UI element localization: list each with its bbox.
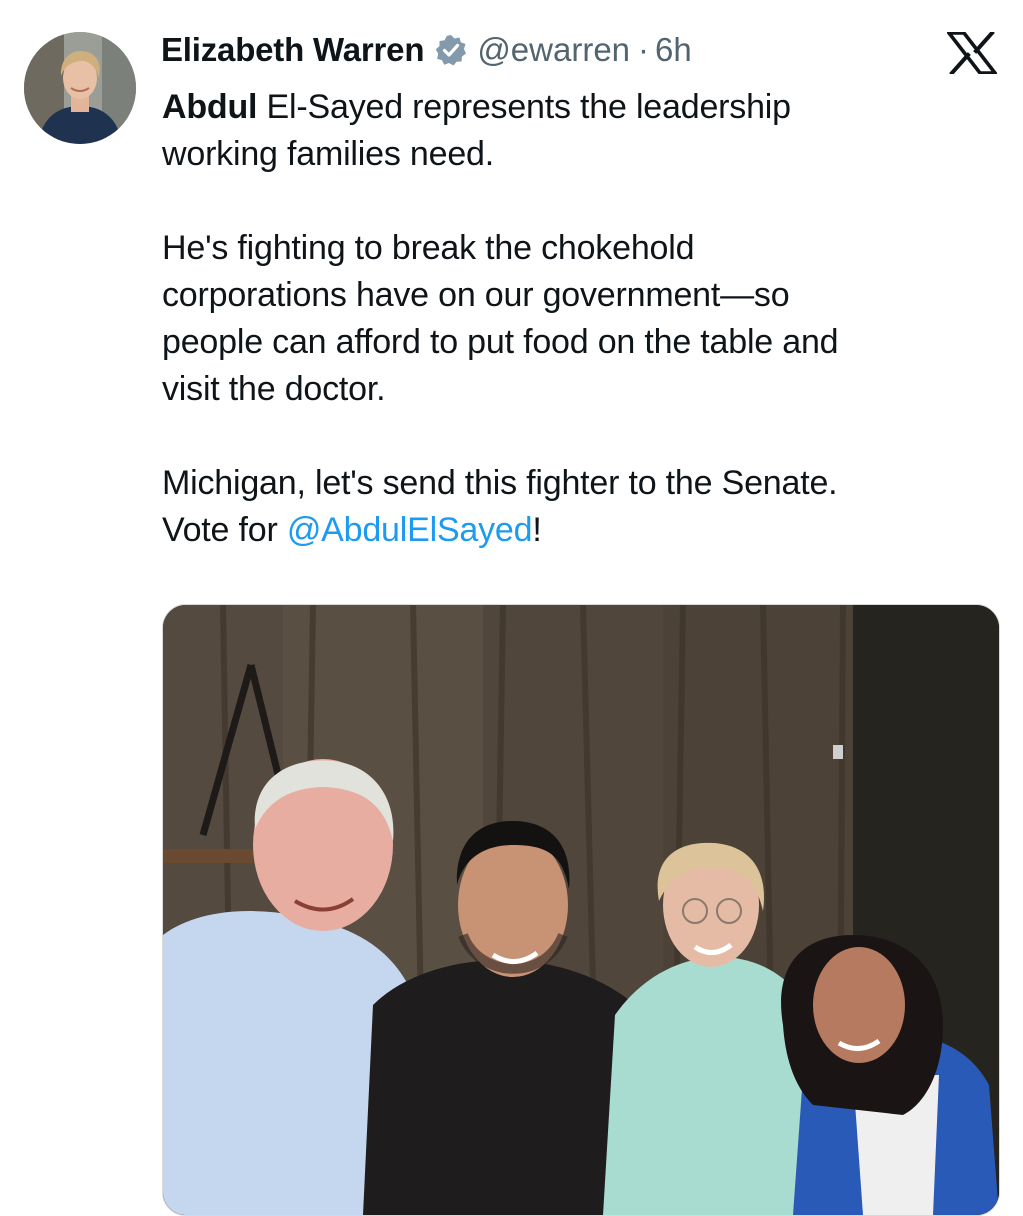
tweet-line: visit the doctor. [162,370,386,408]
tweet-line: corporations have on our government—so [162,276,790,314]
tweet-text: Abdul El-Sayed represents the leadership… [162,84,1002,554]
tweet-line: Abdul El-Sayed represents the leadership [162,84,1002,131]
tweet-line: people can afford to put food on the tab… [162,323,839,361]
x-logo-icon [945,30,999,76]
mention-link[interactable]: @AbdulElSayed [287,511,533,549]
author-name[interactable]: Elizabeth Warren [161,31,425,69]
tweet-time[interactable]: 6h [655,31,692,69]
author-avatar[interactable] [24,32,136,144]
tweet-line: working families need. [162,135,494,173]
tweet-line: Vote for @AbdulElSayed! [162,507,1002,554]
text-segment: El-Sayed represents the leadership [257,88,791,126]
text-segment: Vote for [162,511,287,549]
tweet-line: Michigan, let's send this fighter to the… [162,464,838,502]
tweet-header: Elizabeth Warren @ewarren · 6h [161,28,692,72]
bold-name: Abdul [162,88,258,126]
tweet-line: He's fighting to break the chokehold [162,229,695,267]
text-segment: ! [532,511,542,549]
verified-badge-icon [434,33,468,67]
separator-dot: · [638,31,650,68]
tweet-photo[interactable] [162,604,1000,1216]
author-handle[interactable]: @ewarren [477,31,630,69]
